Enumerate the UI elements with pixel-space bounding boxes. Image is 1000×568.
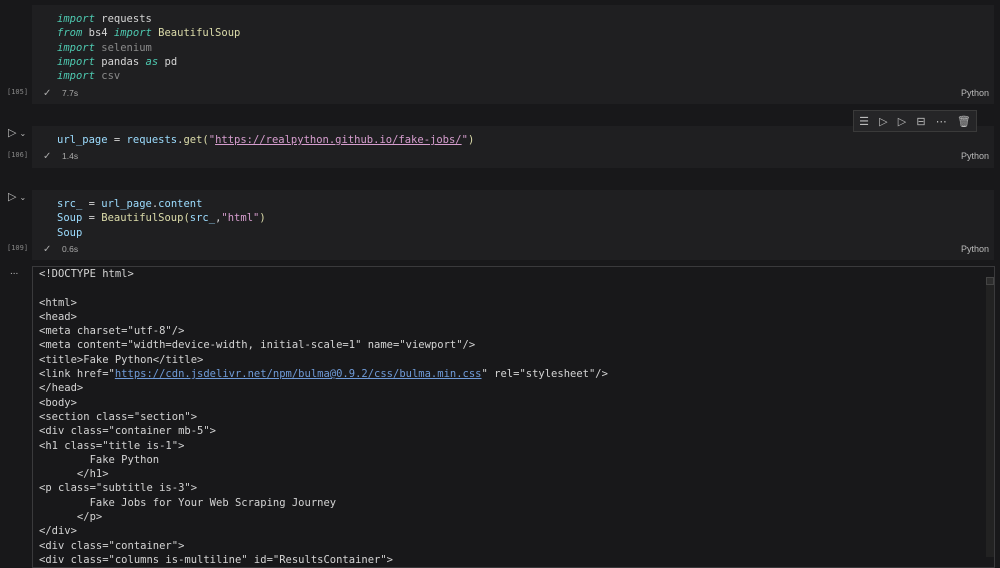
code-token: src_ [189, 212, 216, 225]
code-token: import [57, 55, 95, 68]
code-token: bs4 [82, 27, 114, 40]
code-token: src_ [57, 198, 83, 210]
code-token: = [82, 198, 102, 210]
code-token: requests [126, 134, 178, 146]
output-line: <section class="section"> [39, 410, 198, 423]
execution-count: [106] [7, 151, 29, 159]
execute-below-icon[interactable]: ▷ [898, 115, 906, 128]
code-token: requests [94, 13, 152, 25]
output-line: <body> [39, 396, 77, 409]
cell-status: [105] ✓ 7.7s Python [0, 88, 1000, 104]
code-token: url_page [57, 134, 108, 146]
code-token: url_page [101, 198, 152, 210]
output-text: <!DOCTYPE html> <html> <head> <meta char… [39, 267, 608, 567]
run-cell-button[interactable]: ▷ ⌄ [8, 190, 26, 203]
output-line: <html> [39, 296, 77, 309]
output-line: <h1 class="title is-1"> [39, 439, 185, 452]
code-token: as [145, 55, 159, 68]
code-token: import [57, 13, 95, 25]
run-cell-button[interactable]: ▷ ⌄ [8, 126, 26, 139]
output-line: <title>Fake Python</title> [39, 353, 204, 366]
output-line: <meta charset="utf-8"/> [39, 325, 185, 338]
output-line: <!DOCTYPE html> [39, 268, 134, 280]
code-token: pd [158, 55, 178, 68]
cell-source[interactable]: import requests from bs4 import Beautifu… [57, 12, 240, 83]
execution-time: 7.7s [62, 88, 79, 98]
code-token: = [107, 134, 127, 146]
output-line: <div class="container"> [39, 539, 185, 552]
code-token: Soup [57, 226, 83, 239]
output-more-button[interactable]: ... [10, 266, 18, 277]
code-token: pandas [94, 55, 146, 68]
more-icon[interactable]: ⋯ [936, 115, 947, 128]
execution-time: 1.4s [62, 151, 79, 161]
code-token: content [158, 198, 203, 210]
run-by-line-icon[interactable]: ☰ [859, 115, 869, 128]
output-line: <div class="columns is-multiline" id="Re… [39, 553, 394, 566]
output-scrollbar[interactable] [986, 277, 994, 557]
code-token: "html" [221, 212, 260, 225]
success-check-icon: ✓ [43, 244, 52, 255]
cell-source[interactable]: url_page = requests.get("https://realpyt… [57, 133, 474, 147]
code-token: import [57, 70, 95, 83]
language-selector[interactable]: Python [961, 151, 989, 161]
output-line: </h1> [39, 468, 109, 481]
success-check-icon: ✓ [43, 88, 52, 99]
output-line: </head> [39, 382, 84, 395]
cell-output: <!DOCTYPE html> <html> <head> <meta char… [32, 266, 995, 568]
execute-above-icon[interactable]: ▷ [879, 115, 887, 128]
code-token: BeautifulSoup [151, 27, 241, 40]
output-line: <meta content="width=device-width, initi… [39, 339, 476, 352]
output-line: Fake Python [39, 453, 160, 466]
delete-icon[interactable]: 🗑 [957, 115, 971, 128]
code-token: import [113, 27, 152, 40]
code-token: selenium [94, 41, 152, 54]
output-line: <link href=" [39, 368, 115, 381]
split-cell-icon[interactable]: ⊟ [916, 115, 925, 128]
execution-count: [109] [7, 244, 29, 252]
cell-source[interactable]: src_ = url_page.content Soup = Beautiful… [57, 197, 266, 240]
language-selector[interactable]: Python [961, 244, 989, 254]
code-token: Soup [57, 212, 83, 225]
output-line: </div> [39, 525, 77, 538]
execution-time: 0.6s [62, 244, 79, 254]
output-line: <div class="container mb-5"> [39, 425, 217, 438]
output-line: <p class="subtitle is-3"> [39, 482, 198, 495]
cell-status: [109] ✓ 0.6s Python [0, 244, 1000, 260]
language-selector[interactable]: Python [961, 88, 989, 98]
output-line: </p> [39, 511, 103, 524]
output-line: Fake Jobs for Your Web Scraping Journey [39, 496, 337, 509]
code-token: from [57, 27, 83, 40]
code-token: ) [259, 212, 266, 225]
cell-status: [106] ✓ 1.4s Python [0, 151, 1000, 167]
cell-toolbar: ☰ ▷ ▷ ⊟ ⋯ 🗑 [853, 110, 977, 132]
code-token: https://realpython.github.io/fake-jobs/ [215, 134, 462, 146]
output-link[interactable]: https://cdn.jsdelivr.net/npm/bulma@0.9.2… [115, 368, 482, 380]
code-token: ) [467, 134, 475, 146]
execution-count: [105] [7, 88, 29, 96]
code-token: import [57, 41, 95, 54]
code-token: csv [94, 70, 121, 83]
code-token: get [183, 134, 203, 146]
output-line: <head> [39, 310, 77, 323]
success-check-icon: ✓ [43, 151, 52, 162]
output-line: " rel="stylesheet"/> [481, 368, 608, 381]
code-token: BeautifulSoup [101, 212, 184, 225]
code-token: = [82, 212, 102, 225]
